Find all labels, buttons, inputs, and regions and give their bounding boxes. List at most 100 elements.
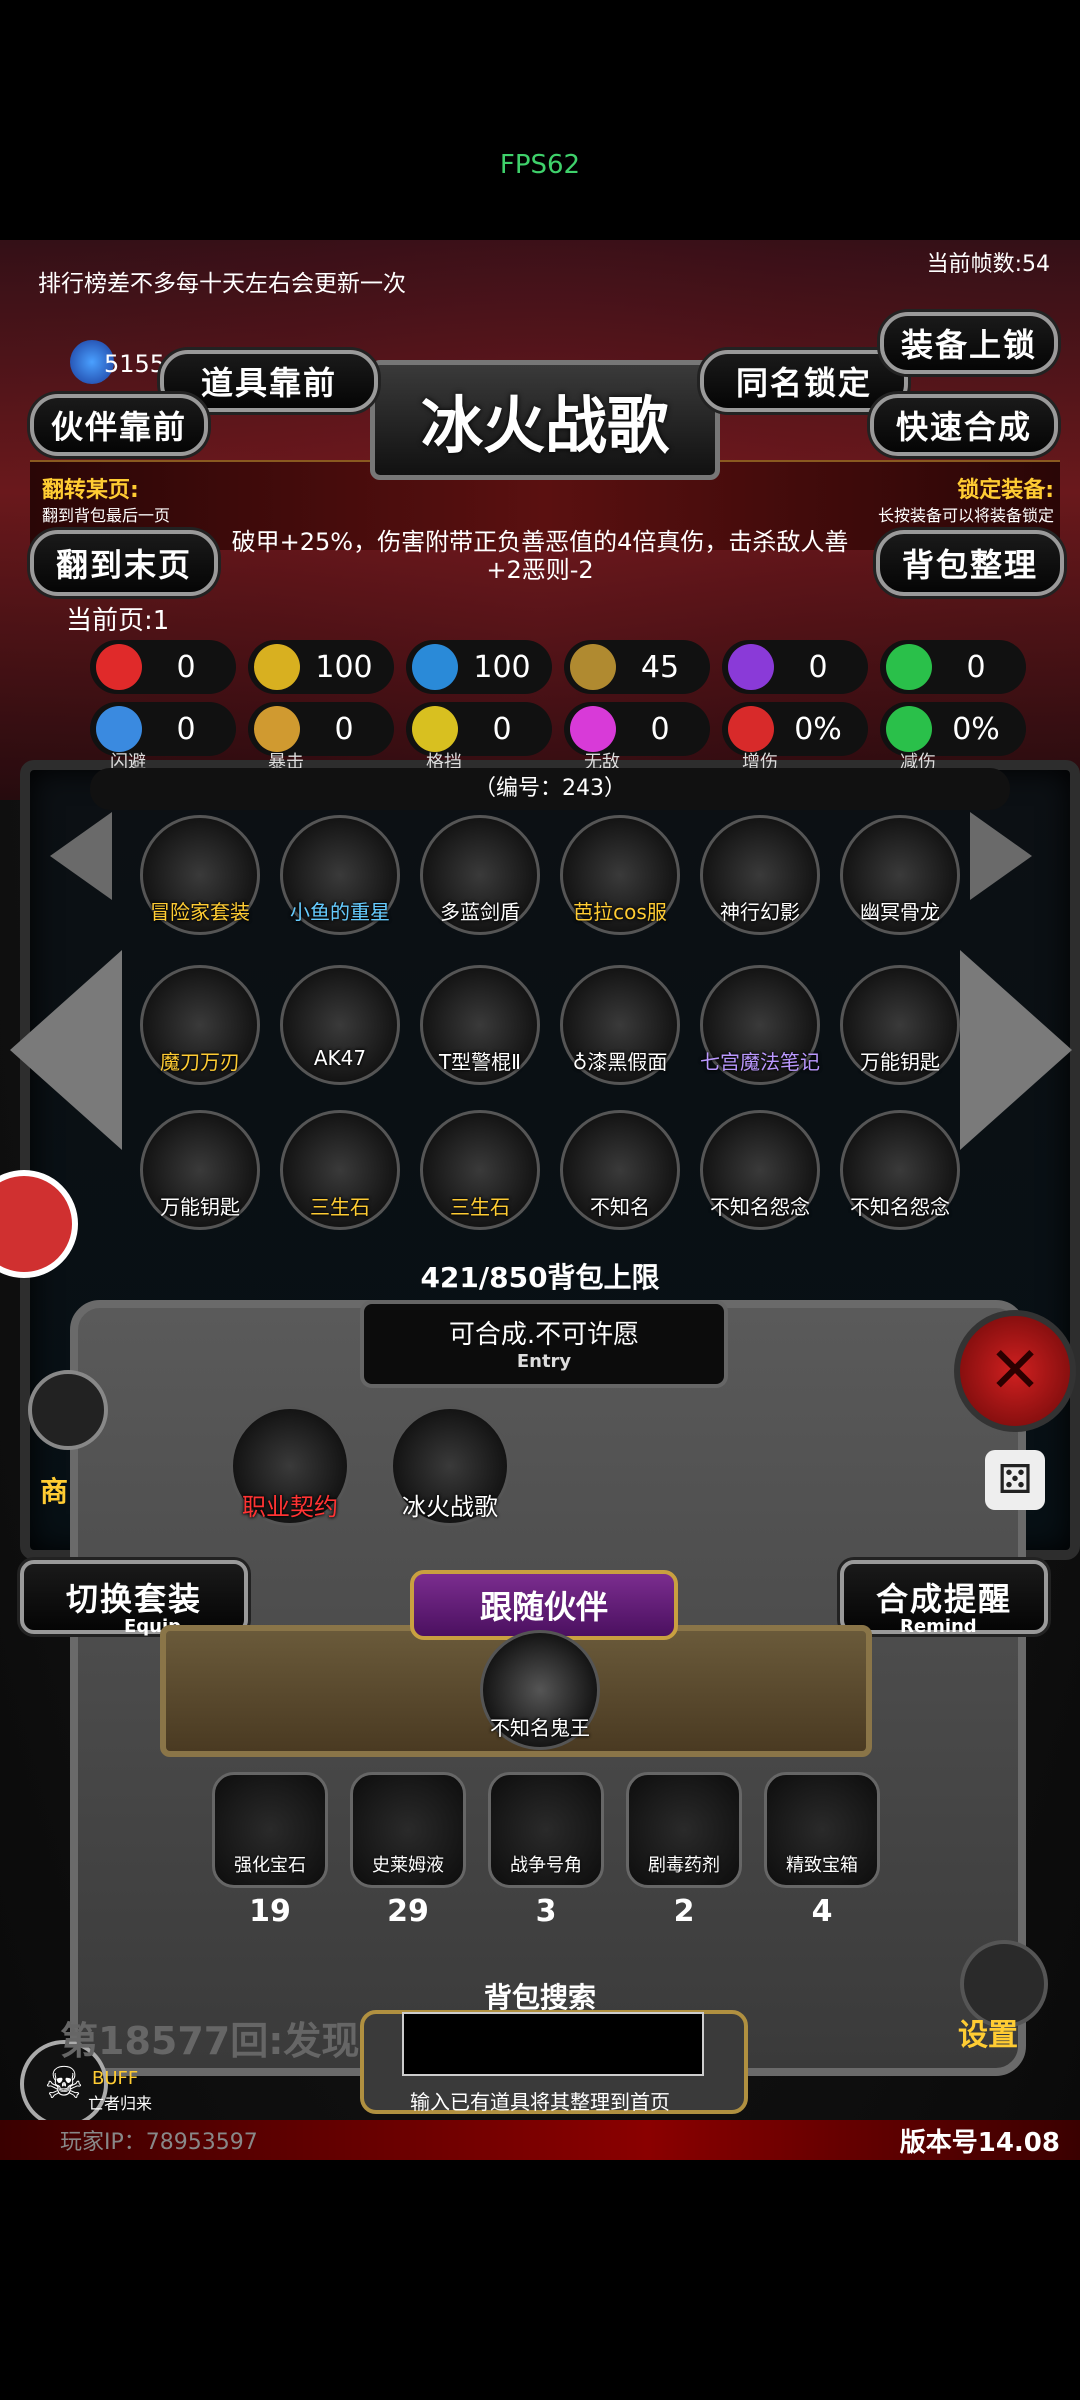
shop-icon[interactable]: [28, 1370, 108, 1450]
item-name: 小鱼的重星: [290, 900, 390, 924]
inventory-item[interactable]: 幽冥骨龙: [840, 815, 960, 935]
fps-counter: FPS62: [499, 150, 581, 180]
inventory-item[interactable]: 魔刀万刃: [140, 965, 260, 1085]
item-name: 万能钥匙: [860, 1050, 940, 1074]
shield-icon: [412, 706, 458, 752]
item-icon: 万能钥匙: [840, 965, 960, 1085]
stat-value: 100: [473, 650, 531, 685]
prev-small-arrow-icon[interactable]: [50, 812, 112, 900]
stat-value: 0: [176, 712, 196, 747]
stat-helmet: 100: [406, 640, 552, 694]
inventory-item[interactable]: 万能钥匙: [840, 965, 960, 1085]
inventory-item[interactable]: T型警棍Ⅱ: [420, 965, 540, 1085]
equipped-icon: 职业契约: [230, 1406, 350, 1526]
item-icon: 三生石: [280, 1110, 400, 1230]
settings-label: 设置: [958, 2018, 1018, 2053]
next-small-arrow-icon[interactable]: [970, 812, 1032, 900]
merge-sub: Entry: [516, 1351, 572, 1372]
inventory-item[interactable]: 小鱼的重星: [280, 815, 400, 935]
stat-value: 0: [492, 712, 512, 747]
partner-front-button[interactable]: 伙伴靠前: [30, 394, 208, 456]
material-count: 3: [535, 1894, 557, 1929]
inventory-item[interactable]: 神行幻影: [700, 815, 820, 935]
crit-icon: [254, 706, 300, 752]
equipped-item[interactable]: 职业契约: [230, 1406, 350, 1526]
search-input[interactable]: [402, 2012, 704, 2076]
inventory-item[interactable]: 七宫魔法笔记: [700, 965, 820, 1085]
current-page: 当前页:1: [66, 606, 170, 636]
switch-set-label: 切换套装: [65, 1580, 202, 1618]
material-slot[interactable]: 强化宝石 19: [210, 1772, 330, 1929]
material-icon: 剧毒药剂: [626, 1772, 742, 1888]
item-name: 七宫魔法笔记: [700, 1050, 820, 1074]
prev-page-arrow-icon[interactable]: [10, 950, 122, 1150]
item-icon: 多蓝剑盾: [420, 815, 540, 935]
bag-sort-button[interactable]: 背包整理: [876, 530, 1064, 596]
stat-value: 0: [650, 712, 670, 747]
item-icon: 小鱼的重星: [280, 815, 400, 935]
last-page-button[interactable]: 翻到末页: [30, 530, 218, 596]
flip-page-desc: 翻到背包最后一页: [42, 506, 171, 525]
inventory-item[interactable]: 三生石: [280, 1110, 400, 1230]
inventory-item[interactable]: 不知名怨念: [840, 1110, 960, 1230]
bag-limit: 421/850背包上限: [420, 1261, 660, 1294]
material-slot[interactable]: 精致宝箱 4: [762, 1772, 882, 1929]
inventory-item[interactable]: 冒险家套装: [140, 815, 260, 935]
merge-remind-label: 合成提醒: [875, 1580, 1012, 1618]
close-icon[interactable]: ✕: [954, 1310, 1076, 1432]
partner-slot[interactable]: 不知名鬼王: [480, 1630, 600, 1750]
item-name: AK47: [313, 1046, 367, 1070]
shop-label: 商: [40, 1475, 69, 1508]
inventory-item[interactable]: ♁漆黑假面: [560, 965, 680, 1085]
inventory-item[interactable]: 不知名怨念: [700, 1110, 820, 1230]
material-count: 19: [249, 1894, 291, 1929]
inventory-item[interactable]: 不知名: [560, 1110, 680, 1230]
version: 版本号14.08: [899, 2128, 1060, 2158]
item-icon: 不知名怨念: [840, 1110, 960, 1230]
stat-value: 0: [334, 712, 354, 747]
material-name: 史莱姆液: [372, 1855, 444, 1876]
material-slot[interactable]: 剧毒药剂 2: [624, 1772, 744, 1929]
merge-entry[interactable]: 可合成.不可许愿 Entry: [360, 1300, 728, 1388]
stat-value: 0%: [952, 712, 1000, 747]
inventory-item[interactable]: 多蓝剑盾: [420, 815, 540, 935]
strength-icon: [254, 644, 300, 690]
inventory-item[interactable]: AK47: [280, 965, 400, 1085]
frame-count: 当前帧数:54: [926, 252, 1050, 277]
material-slot[interactable]: 史莱姆液 29: [348, 1772, 468, 1929]
item-icon: 芭拉cos服: [560, 815, 680, 935]
stat-value: 0: [966, 650, 986, 685]
stats-row-1: 0 100 100 45 0 0: [90, 640, 1026, 694]
item-name: 三生石: [310, 1195, 370, 1219]
merge-status: 可合成.不可许愿: [448, 1320, 640, 1350]
material-slot[interactable]: 战争号角 3: [486, 1772, 606, 1929]
item-icon: T型警棍Ⅱ: [420, 965, 540, 1085]
stat-dodge: 0 闪避: [90, 702, 236, 773]
round-text: 第18577回:发现: [60, 2019, 360, 2063]
stat-crit: 0 暴击: [248, 702, 394, 773]
equip-lock-button[interactable]: 装备上锁: [880, 312, 1058, 374]
inventory-item[interactable]: 芭拉cos服: [560, 815, 680, 935]
material-icon: 史莱姆液: [350, 1772, 466, 1888]
item-title: 冰火战歌: [370, 360, 720, 480]
item-name: 多蓝剑盾: [440, 900, 520, 924]
item-name: 万能钥匙: [160, 1195, 240, 1219]
description-line-1: 破甲+25%，伤害附带正负善恶值的4倍真伤，击杀敌人善: [231, 528, 849, 556]
stat-value: 0: [808, 650, 828, 685]
item-icon: 魔刀万刃: [140, 965, 260, 1085]
search-hint: 输入已有道具将其整理到首页: [410, 2090, 670, 2114]
equipped-item[interactable]: 冰火战歌: [390, 1406, 510, 1526]
material-name: 剧毒药剂: [648, 1855, 720, 1876]
buff-label: BUFF: [92, 2068, 139, 2089]
item-name: 不知名怨念: [850, 1195, 950, 1219]
currency-value: 5155: [104, 350, 166, 378]
quick-merge-button[interactable]: 快速合成: [870, 394, 1058, 456]
wings-icon: [570, 706, 616, 752]
dice-icon[interactable]: ⚄: [985, 1450, 1045, 1510]
dodge-icon: [96, 706, 142, 752]
equipped-name: 冰火战歌: [402, 1493, 498, 1521]
inventory-item[interactable]: 三生石: [420, 1110, 540, 1230]
material-name: 强化宝石: [234, 1855, 306, 1876]
item-icon: 万能钥匙: [140, 1110, 260, 1230]
inventory-item[interactable]: 万能钥匙: [140, 1110, 260, 1230]
